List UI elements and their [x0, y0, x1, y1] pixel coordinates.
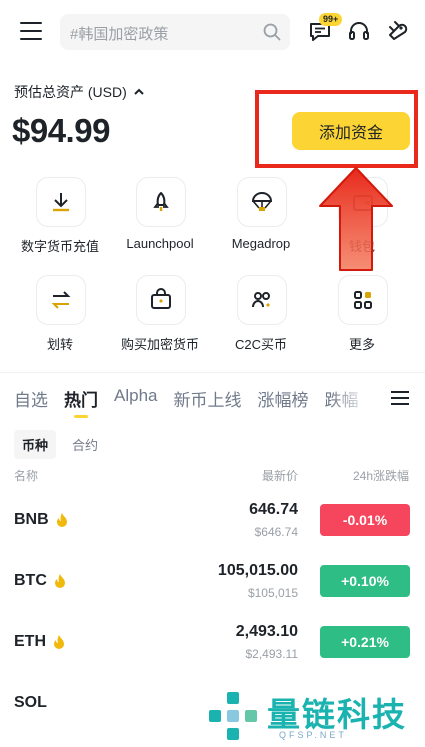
tab-hot[interactable]: 热门 [64, 386, 98, 418]
watermark-logo-icon [209, 692, 257, 740]
chevron-up-icon [134, 88, 144, 95]
flame-icon [54, 635, 64, 649]
coin-symbol-text: SOL [14, 694, 47, 711]
coin-symbol: SOL [14, 694, 47, 712]
price-usd: $2,493.11 [245, 647, 299, 661]
quick-action-megadrop[interactable]: Megadrop [211, 177, 301, 257]
search-input[interactable]: #韩国加密政策 [60, 14, 290, 50]
watermark-text: 量链科技 [267, 696, 407, 733]
coin-symbol-text: BNB [14, 511, 49, 528]
table-row[interactable]: BTC 105,015.00 $105,015 +0.10% [0, 554, 425, 614]
tab-fade [330, 380, 370, 414]
price-usd: $646.74 [254, 525, 298, 539]
coin-symbol: ETH [14, 633, 66, 651]
tab-new-listing[interactable]: 新币上线 [173, 386, 241, 411]
flame-icon [56, 513, 67, 527]
table-row[interactable]: ETH 2,493.10 $2,493.11 +0.21% [0, 615, 425, 675]
column-header-last-price: 最新价 [261, 469, 298, 483]
quick-action-transfer[interactable]: 划转 [10, 275, 100, 355]
watermark-subtext: QFSP.NET [279, 730, 347, 740]
last-price: 2,493.10 [235, 623, 298, 640]
headset-icon[interactable] [347, 19, 371, 43]
referral-icon[interactable] [386, 19, 410, 43]
last-price: 105,015.00 [217, 562, 298, 579]
section-divider [0, 372, 425, 373]
annotation-arrow [319, 167, 393, 271]
tab-favorites[interactable]: 自选 [14, 386, 48, 411]
quick-action-deposit[interactable]: 数字货币充值 [10, 177, 100, 257]
quick-action-c2c[interactable]: C2C买币 [211, 275, 301, 355]
quick-action-more[interactable]: 更多 [312, 275, 402, 355]
total-asset-value: $94.99 [12, 112, 110, 149]
market-subtabs: 币种 合约 [14, 430, 106, 459]
annotation-highlight-box [255, 90, 418, 168]
search-placeholder: #韩国加密政策 [70, 26, 169, 43]
market-tabs: 自选 热门 Alpha 新币上线 涨幅榜 跌幅 [14, 386, 374, 418]
subtab-futures[interactable]: 合约 [64, 430, 106, 459]
change-badge: -0.01% [320, 504, 410, 536]
notification-badge: 99+ [319, 13, 343, 26]
change-badge: +0.10% [320, 565, 410, 597]
c2c-users-icon [237, 275, 287, 325]
coin-symbol-text: BTC [14, 572, 47, 589]
asset-label-text: 预估总资产 (USD) [14, 84, 127, 100]
menu-icon[interactable] [20, 22, 42, 40]
asset-label[interactable]: 预估总资产 (USD) [14, 82, 145, 102]
quick-action-buy-crypto[interactable]: 购买加密货币 [110, 275, 200, 355]
flame-icon [54, 574, 65, 588]
quick-action-launchpool[interactable]: Launchpool [110, 177, 200, 257]
table-row[interactable]: BNB 646.74 $646.74 -0.01% [0, 493, 425, 553]
coin-symbol: BNB [14, 511, 69, 529]
column-header-change: 24h涨跌幅 [352, 469, 409, 483]
last-price: 646.74 [249, 501, 298, 518]
price-usd: $105,015 [247, 586, 298, 600]
tab-alpha[interactable]: Alpha [114, 386, 157, 411]
quick-action-label: 更多 [348, 337, 375, 352]
download-icon [36, 177, 86, 227]
subtab-coins[interactable]: 币种 [14, 430, 57, 459]
search-icon [263, 23, 281, 41]
watermark: 量链科技 QFSP.NET [205, 688, 420, 744]
coin-symbol: BTC [14, 572, 67, 590]
change-badge: +0.21% [320, 626, 410, 658]
transfer-icon [36, 275, 86, 325]
column-header-name: 名称 [14, 469, 39, 483]
rocket-icon [136, 177, 186, 227]
tab-gainers[interactable]: 涨幅榜 [257, 386, 308, 411]
tabs-menu-icon[interactable] [391, 391, 409, 405]
more-grid-icon [338, 275, 388, 325]
buy-crypto-icon [136, 275, 186, 325]
top-bar: #韩国加密政策 99+ [0, 0, 425, 62]
parachute-icon [237, 177, 287, 227]
coin-symbol-text: ETH [14, 633, 46, 650]
